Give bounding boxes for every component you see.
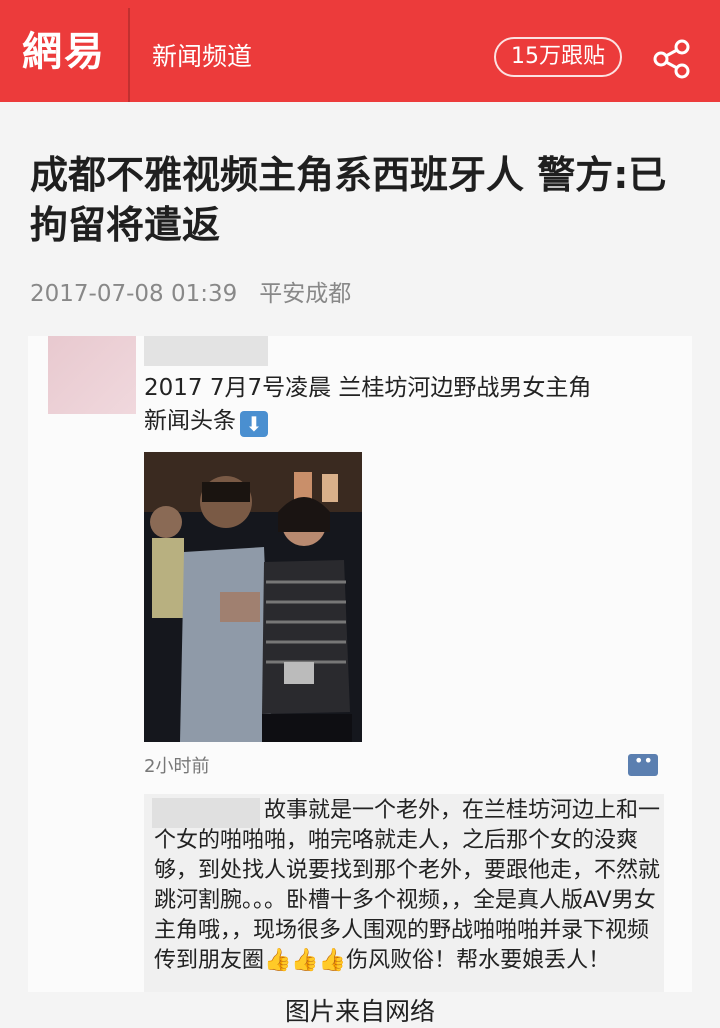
- blurred-username: [144, 336, 268, 366]
- post-timestamp: 2小时前: [144, 756, 210, 777]
- share-icon[interactable]: [652, 38, 692, 80]
- comments-count-button[interactable]: 15万跟贴: [494, 37, 622, 77]
- down-arrow-icon: ⬇: [240, 411, 268, 437]
- top-nav-bar: 網易 新闻频道 15万跟贴: [0, 0, 720, 102]
- comment-icon[interactable]: [628, 751, 658, 776]
- avatar: [48, 336, 136, 414]
- article-source[interactable]: 平安成都: [259, 281, 351, 307]
- channel-title[interactable]: 新闻频道: [152, 40, 252, 74]
- post-line-1: 2017 7月7号凌晨 兰桂坊河边野战男女主角: [144, 375, 592, 401]
- netease-logo[interactable]: 網易: [22, 22, 122, 82]
- post-text: 2017 7月7号凌晨 兰桂坊河边野战男女主角 新闻头条 ⬇: [144, 372, 664, 438]
- header-divider: [128, 8, 130, 102]
- article-title: 成都不雅视频主角系西班牙人 警方:已拘留将遣返: [30, 153, 667, 247]
- publish-date: 2017-07-08 01:39: [30, 281, 238, 307]
- article-meta: 2017-07-08 01:39 平安成都: [30, 274, 351, 308]
- post-line-2-wrap: 新闻头条 ⬇: [144, 405, 664, 438]
- image-caption: 图片来自网络: [284, 997, 435, 1026]
- post-photo: [144, 452, 362, 742]
- comment-box: 故事就是一个老外，在兰桂坊河边上和一个女的啪啪啪，啪完咯就走人，之后那个女的没爽…: [144, 794, 664, 992]
- comment-text: 故事就是一个老外，在兰桂坊河边上和一个女的啪啪啪，啪完咯就走人，之后那个女的没爽…: [154, 798, 661, 973]
- post-line-2: 新闻头条: [144, 408, 236, 434]
- embedded-social-post-image[interactable]: 2017 7月7号凌晨 兰桂坊河边野战男女主角 新闻头条 ⬇ 2小时前 •• 故…: [28, 336, 692, 992]
